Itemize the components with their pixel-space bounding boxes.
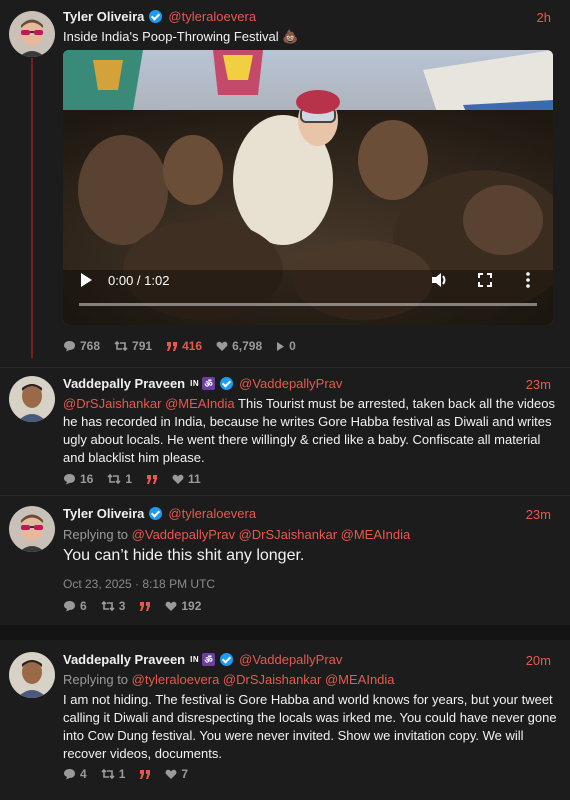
more-options-icon[interactable] bbox=[526, 272, 530, 293]
tweet-text: I am not hiding. The festival is Gore Ha… bbox=[63, 692, 557, 761]
verified-icon bbox=[149, 507, 163, 520]
tweet-text: You can’t hide this shit any longer. bbox=[63, 547, 305, 564]
retweet-count[interactable]: 791 bbox=[114, 339, 152, 353]
heart-icon bbox=[165, 601, 177, 611]
avatar[interactable] bbox=[9, 376, 55, 422]
tweet-text: @DrSJaishankar @MEAIndia This Tourist mu… bbox=[63, 395, 558, 467]
mention-link[interactable]: @DrSJaishankar bbox=[63, 396, 161, 411]
play-icon[interactable] bbox=[79, 272, 93, 293]
author-row: Vaddepally Praveen IN ॐ @VaddepallyPrav bbox=[63, 376, 342, 391]
om-icon: ॐ bbox=[202, 377, 216, 390]
retweet-icon bbox=[101, 600, 115, 612]
view-count[interactable]: 0 bbox=[276, 339, 296, 353]
play-count-icon bbox=[277, 341, 285, 351]
tweet-time[interactable]: 20m bbox=[526, 653, 551, 668]
author-handle[interactable]: @VaddepallyPrav bbox=[239, 376, 342, 391]
retweet-icon bbox=[101, 768, 115, 780]
replying-to: Replying to @VaddepallyPrav @DrSJaishank… bbox=[63, 527, 411, 542]
country-badge: IN bbox=[190, 655, 200, 664]
video-time: 0:00 / 1:02 bbox=[108, 273, 170, 288]
verified-icon bbox=[220, 653, 234, 666]
tweet-text: Inside India's Poop-Throwing Festival 💩 bbox=[63, 29, 299, 44]
retweet-count[interactable]: 3 bbox=[101, 599, 125, 613]
retweet-count[interactable]: 1 bbox=[107, 472, 132, 486]
video-progress-track[interactable] bbox=[79, 303, 537, 306]
quote-button[interactable] bbox=[139, 601, 151, 612]
profile-badges: IN ॐ bbox=[190, 653, 216, 666]
reply-count[interactable]: 16 bbox=[63, 472, 93, 486]
mention-link[interactable]: @MEAIndia bbox=[165, 396, 235, 411]
replying-to-handles[interactable]: @tyleraloevera @DrSJaishankar @MEAIndia bbox=[132, 672, 395, 687]
author-name[interactable]: Tyler Oliveira bbox=[63, 506, 144, 521]
volume-icon[interactable] bbox=[431, 272, 449, 293]
heart-icon bbox=[216, 341, 228, 351]
fullscreen-icon[interactable] bbox=[478, 273, 492, 292]
replying-to-handles[interactable]: @VaddepallyPrav @DrSJaishankar @MEAIndia bbox=[132, 527, 411, 542]
quote-icon bbox=[140, 769, 151, 779]
heart-icon bbox=[172, 474, 184, 484]
author-row: Tyler Oliveira @tyleraloevera bbox=[63, 9, 256, 24]
tweet-time[interactable]: 23m bbox=[526, 507, 551, 522]
profile-badges: IN ॐ bbox=[190, 377, 216, 390]
heart-icon bbox=[165, 769, 177, 779]
reply-count[interactable]: 6 bbox=[63, 599, 87, 613]
tweet-stats: 6 3 192 bbox=[63, 599, 201, 613]
quote-icon bbox=[167, 341, 178, 351]
tweet-stats: 4 1 7 bbox=[63, 767, 188, 781]
reply-count[interactable]: 768 bbox=[63, 339, 100, 353]
quote-icon bbox=[147, 474, 158, 484]
thread-separator bbox=[0, 625, 570, 640]
like-count[interactable]: 192 bbox=[165, 599, 201, 613]
comment-icon bbox=[64, 341, 75, 352]
retweet-count[interactable]: 1 bbox=[101, 767, 125, 781]
tweet-stats: 16 1 11 bbox=[63, 472, 201, 486]
replying-to: Replying to @tyleraloevera @DrSJaishanka… bbox=[63, 672, 395, 687]
verified-icon bbox=[149, 10, 163, 23]
tweet-stats: 768 791 416 6,798 0 bbox=[63, 339, 296, 353]
author-name[interactable]: Vaddepally Praveen bbox=[63, 652, 185, 667]
comment-icon bbox=[64, 474, 75, 485]
author-handle[interactable]: @VaddepallyPrav bbox=[239, 652, 342, 667]
tweet-time[interactable]: 2h bbox=[537, 10, 551, 25]
like-count[interactable]: 11 bbox=[172, 472, 201, 486]
author-row: Tyler Oliveira @tyleraloevera bbox=[63, 506, 256, 521]
author-name[interactable]: Tyler Oliveira bbox=[63, 9, 144, 24]
author-row: Vaddepally Praveen IN ॐ @VaddepallyPrav bbox=[63, 652, 342, 667]
quote-icon bbox=[140, 601, 151, 611]
author-name[interactable]: Vaddepally Praveen bbox=[63, 376, 185, 391]
like-count[interactable]: 6,798 bbox=[216, 339, 262, 353]
verified-icon bbox=[220, 377, 234, 390]
like-count[interactable]: 7 bbox=[165, 767, 188, 781]
reply-tweet: Tyler Oliveira @tyleraloevera 23m Replyi… bbox=[0, 495, 570, 625]
avatar[interactable] bbox=[9, 11, 55, 57]
tweet-time[interactable]: 23m bbox=[526, 377, 551, 392]
comment-icon bbox=[64, 601, 75, 612]
avatar[interactable] bbox=[9, 506, 55, 552]
avatar[interactable] bbox=[9, 652, 55, 698]
thread-line bbox=[31, 58, 33, 358]
reply-count[interactable]: 4 bbox=[63, 767, 87, 781]
om-icon: ॐ bbox=[202, 653, 216, 666]
quote-count[interactable]: 416 bbox=[166, 339, 202, 353]
quote-button[interactable] bbox=[139, 769, 151, 780]
tweet-timestamp[interactable]: Oct 23, 2025 · 8:18 PM UTC bbox=[63, 575, 558, 593]
retweet-icon bbox=[107, 473, 121, 485]
reply-tweet: Vaddepally Praveen IN ॐ @VaddepallyPrav … bbox=[0, 367, 570, 495]
author-handle[interactable]: @tyleraloevera bbox=[168, 506, 256, 521]
author-handle[interactable]: @tyleraloevera bbox=[168, 9, 256, 24]
video-player[interactable]: 0:00 / 1:02 bbox=[63, 50, 553, 325]
country-badge: IN bbox=[190, 379, 200, 388]
retweet-icon bbox=[114, 340, 128, 352]
quote-button[interactable] bbox=[146, 474, 158, 485]
reply-tweet: Vaddepally Praveen IN ॐ @VaddepallyPrav … bbox=[0, 640, 570, 800]
comment-icon bbox=[64, 769, 75, 780]
tweet-main: Tyler Oliveira @tyleraloevera 2h Inside … bbox=[0, 0, 570, 367]
